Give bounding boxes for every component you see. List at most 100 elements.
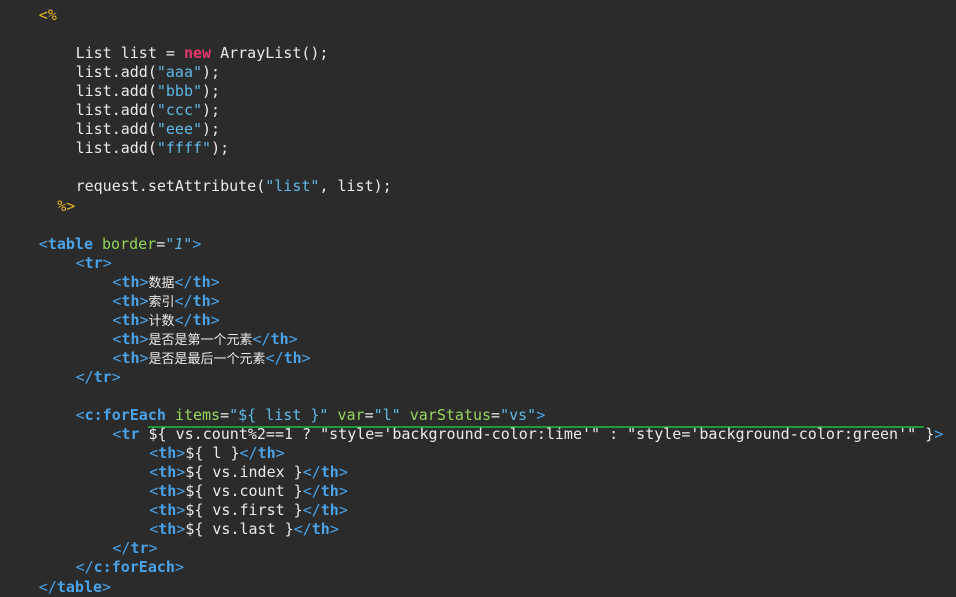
code-token-default: = xyxy=(491,406,501,425)
code-token-bracket: </ xyxy=(302,501,321,520)
code-token-squig: List xyxy=(75,44,112,63)
code-token-str: "vs" xyxy=(500,406,537,425)
code-line[interactable]: List list = new ArrayList(); xyxy=(76,44,329,63)
code-token-bracket: </ xyxy=(112,539,131,558)
code-token-squig: list.add xyxy=(75,120,148,139)
code-token-tag: th xyxy=(121,329,140,348)
code-token-bracket: </ xyxy=(174,272,193,291)
code-token-default: = xyxy=(220,406,230,425)
code-line[interactable]: list.add("ffff"); xyxy=(76,139,230,158)
code-token-default xyxy=(401,406,410,424)
code-line[interactable]: <th>${ l }</th> xyxy=(149,444,284,463)
code-line[interactable]: <th>${ vs.last }</th> xyxy=(149,520,339,539)
code-token-bracket: > xyxy=(111,367,121,386)
code-token-tag: th xyxy=(320,501,339,520)
code-token-cjk: 是否是第一个元素 xyxy=(148,332,253,348)
code-line[interactable]: list.add("aaa"); xyxy=(76,63,221,82)
code-line[interactable]: <th>${ vs.index }</th> xyxy=(149,463,348,482)
code-line[interactable]: list.add("bbb"); xyxy=(76,82,221,101)
code-token-bracket: > xyxy=(192,234,202,253)
code-line[interactable]: <th>数据</th> xyxy=(112,273,219,292)
code-token-bracket: < xyxy=(38,234,48,253)
code-token-tag: th xyxy=(270,329,289,348)
code-token-bracket: </ xyxy=(174,310,193,329)
code-line[interactable]: <th>是否是最后一个元素</th> xyxy=(112,349,310,368)
code-line[interactable]: <th>计数</th> xyxy=(112,311,219,330)
code-token-tag: th xyxy=(158,501,177,520)
code-line[interactable]: <table border="1"> xyxy=(39,235,202,254)
code-token-cjk: 数据 xyxy=(148,275,175,291)
code-line[interactable]: <th>索引</th> xyxy=(112,292,219,311)
code-line[interactable]: <c:forEach items="${ list }" var="l" var… xyxy=(76,406,546,425)
code-token-bracket: </ xyxy=(302,482,321,501)
code-token-bracket: > xyxy=(139,310,149,329)
code-token-bracket: > xyxy=(139,348,149,367)
code-token-cjk: 是否是最后一个元素 xyxy=(148,351,266,367)
code-token-bracket: </ xyxy=(252,329,271,348)
code-line[interactable]: </tr> xyxy=(76,368,121,387)
code-token-bracket: > xyxy=(139,291,149,310)
code-token-default: ( xyxy=(147,120,157,139)
code-token-default xyxy=(328,406,337,424)
code-token-bracket: </ xyxy=(293,520,312,539)
code-token-bracket: > xyxy=(139,329,149,348)
code-line[interactable]: <% xyxy=(39,6,57,25)
code-line[interactable]: list.add("ccc"); xyxy=(76,101,221,120)
code-token-cjk: 索引 xyxy=(148,294,175,310)
code-line[interactable]: <th>${ vs.count }</th> xyxy=(149,482,348,501)
code-token-bracket: > xyxy=(210,291,220,310)
code-token-bracket: > xyxy=(174,558,184,577)
code-token-bracket: > xyxy=(301,348,311,367)
code-token-squig: list.add xyxy=(75,101,148,120)
code-token-tag: th xyxy=(121,348,140,367)
code-token-default: ); xyxy=(202,82,221,101)
code-token-bracket: > xyxy=(102,253,112,272)
code-line[interactable]: </tr> xyxy=(112,539,157,558)
code-token-tag: th xyxy=(311,520,330,539)
code-token-default: list = xyxy=(111,44,184,63)
code-token-tag: th xyxy=(257,444,276,463)
code-token-tag: tr xyxy=(93,367,112,386)
code-line[interactable]: %> xyxy=(57,197,75,216)
code-token-el: ${ vs.count } xyxy=(185,482,303,501)
code-line[interactable]: <th>是否是第一个元素</th> xyxy=(112,330,297,349)
code-token-bracket: < xyxy=(149,482,159,501)
code-line[interactable]: <tr ${ vs.count%2==1 ? "style='backgroun… xyxy=(112,425,943,444)
code-token-str: "${ list }" xyxy=(229,406,329,425)
code-token-tag: c:forEach xyxy=(93,558,175,577)
code-token-default: ( xyxy=(147,101,157,120)
code-token-bracket: > xyxy=(338,482,348,501)
code-token-default: request.setAttribute( xyxy=(75,177,266,196)
code-token-bracket: > xyxy=(210,272,220,291)
code-token-attr: varStatus xyxy=(409,406,492,425)
code-token-bracket: < xyxy=(75,253,85,272)
code-token-tag: c:forEach xyxy=(84,406,166,425)
code-token-tag: th xyxy=(320,463,339,482)
code-token-bracket: </ xyxy=(265,348,284,367)
code-token-default: ); xyxy=(211,139,230,158)
code-token-bracket: > xyxy=(176,520,186,539)
code-token-default xyxy=(166,406,175,424)
code-token-tag: table xyxy=(47,234,93,253)
code-token-default: ); xyxy=(202,101,221,120)
code-line[interactable]: request.setAttribute("list", list); xyxy=(76,177,392,196)
code-token-str: "list" xyxy=(265,177,320,196)
code-token-tag: th xyxy=(192,291,211,310)
code-token-default: , list); xyxy=(319,177,392,196)
code-token-el: ${ vs.first } xyxy=(185,501,303,520)
code-token-str: "ffff" xyxy=(156,139,212,158)
code-token-tag: tr xyxy=(121,425,140,444)
code-token-squig: list.add xyxy=(75,139,148,158)
code-line[interactable]: <tr> xyxy=(76,254,112,273)
code-editor[interactable]: <% List list = new ArrayList(); list.add("… xyxy=(0,0,956,596)
code-line[interactable]: list.add("eee"); xyxy=(76,120,221,139)
code-token-bracket: < xyxy=(149,501,159,520)
code-token-delim: <% xyxy=(38,6,57,24)
code-token-default: = xyxy=(156,234,166,253)
code-line[interactable]: <th>${ vs.first }</th> xyxy=(149,501,348,520)
code-token-str: "aaa" xyxy=(156,63,203,82)
code-line[interactable]: </table> xyxy=(39,578,111,597)
code-token-bracket: > xyxy=(329,520,339,539)
code-token-attr: var xyxy=(337,406,365,425)
code-line[interactable]: </c:forEach> xyxy=(76,558,184,577)
